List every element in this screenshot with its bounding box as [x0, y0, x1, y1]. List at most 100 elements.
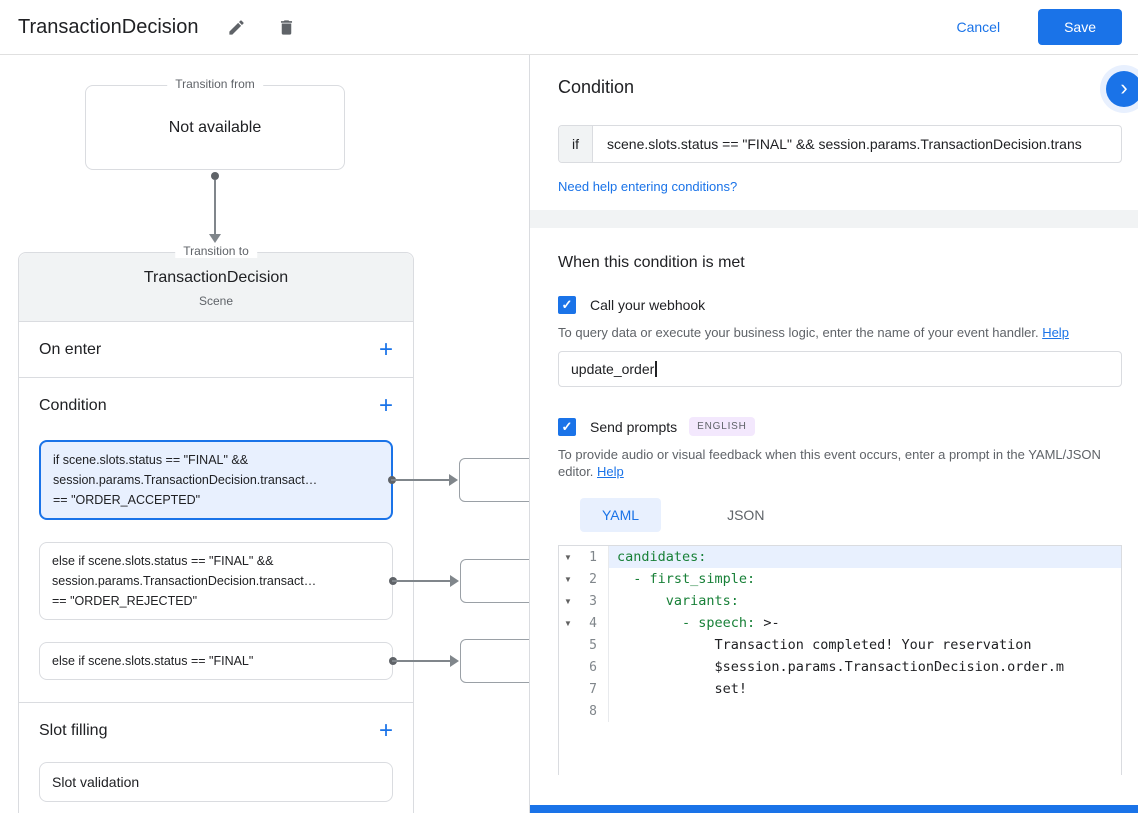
- horizontal-scrollbar[interactable]: [530, 805, 1138, 813]
- code-text: candidates:: [609, 546, 1121, 568]
- code-line: ▼ 3 variants:: [559, 590, 1121, 612]
- editor-gutter: ▼ 4: [559, 612, 609, 634]
- prompts-checkbox[interactable]: ✓: [558, 417, 576, 436]
- transition-from-content: Not available: [168, 118, 262, 136]
- editor-gutter: 7: [559, 678, 609, 700]
- code-line: 8: [559, 700, 1121, 722]
- condition-card-text: else if scene.slots.status == "FINAL": [52, 654, 254, 668]
- condition-expression-input[interactable]: scene.slots.status == "FINAL" && session…: [593, 126, 1121, 162]
- webhook-input[interactable]: update_order: [558, 351, 1122, 387]
- line-number: 5: [589, 637, 597, 653]
- fold-arrow-icon[interactable]: ▼: [559, 553, 577, 562]
- webhook-checkbox-row: ✓ Call your webhook: [558, 296, 1122, 314]
- collapse-panel-button[interactable]: ›: [1106, 71, 1138, 107]
- fold-arrow-icon[interactable]: ▼: [559, 575, 577, 584]
- editor-gutter: 5: [559, 634, 609, 656]
- code-text: variants:: [665, 593, 739, 609]
- code-text: set!: [617, 681, 748, 697]
- transition-target-node[interactable]: [460, 559, 529, 603]
- tab-json[interactable]: JSON: [705, 498, 786, 532]
- webhook-description: To query data or execute your business l…: [558, 324, 1118, 341]
- connector-arrowhead-icon: [209, 234, 221, 243]
- condition-heading: Condition: [558, 77, 635, 97]
- edit-icon[interactable]: [224, 15, 248, 39]
- main-content: Transition from Not available Transition…: [0, 55, 1138, 813]
- transition-to-box: Transition to TransactionDecision Scene …: [18, 244, 529, 813]
- section-divider: [530, 210, 1138, 228]
- on-enter-label: On enter: [39, 340, 102, 358]
- prompts-label: Send prompts: [590, 418, 678, 435]
- line-number: 3: [589, 593, 597, 609]
- webhook-help-link[interactable]: Help: [1042, 325, 1069, 340]
- transition-from-label: Transition from: [167, 77, 263, 91]
- connector-arrowhead-icon: [449, 474, 458, 486]
- code-text: - first_simple:: [633, 571, 756, 587]
- code-text: $session.params.TransactionDecision.orde…: [617, 659, 1065, 675]
- check-icon: ✓: [561, 418, 573, 434]
- condition-card[interactable]: else if scene.slots.status == "FINAL": [39, 639, 529, 683]
- yaml-code-editor[interactable]: ▼ 1 candidates: ▼ 2 - first_simple: ▼ 3 varian…: [558, 545, 1122, 775]
- connector-line: [391, 479, 455, 481]
- line-number: 2: [589, 571, 597, 587]
- condition-card[interactable]: else if scene.slots.status == "FINAL" &&…: [39, 542, 529, 620]
- slot-validation-card[interactable]: Slot validation: [39, 762, 393, 802]
- when-met-heading: When this condition is met: [558, 254, 745, 271]
- connector-arrowhead-icon: [450, 575, 459, 587]
- transition-target-node[interactable]: [459, 458, 529, 502]
- connector-line: [392, 580, 456, 582]
- webhook-label: Call your webhook: [590, 297, 706, 313]
- webhook-input-value: update_order: [571, 361, 655, 377]
- on-enter-section: On enter +: [19, 322, 413, 378]
- code-line-list: ▼ 1 candidates: ▼ 2 - first_simple: ▼ 3 varian…: [559, 546, 1121, 722]
- line-number: 6: [589, 659, 597, 675]
- line-number: 8: [589, 703, 597, 719]
- add-on-enter-button[interactable]: +: [379, 337, 393, 362]
- fold-arrow-icon[interactable]: ▼: [559, 619, 577, 628]
- connector-arrowhead-icon: [450, 655, 459, 667]
- slot-filling-label: Slot filling: [39, 721, 108, 739]
- save-button[interactable]: Save: [1038, 9, 1122, 45]
- condition-expression-row: if scene.slots.status == "FINAL" && sess…: [558, 125, 1122, 163]
- scene-type: Scene: [198, 294, 234, 308]
- fold-arrow-icon[interactable]: ▼: [559, 597, 577, 606]
- transition-target-node[interactable]: [460, 639, 529, 683]
- connector-line: [214, 180, 216, 234]
- condition-section: Condition +: [19, 378, 413, 434]
- scene-diagram-pane: Transition from Not available Transition…: [0, 55, 530, 813]
- condition-card-text: else if scene.slots.status == "FINAL" &&…: [52, 554, 317, 608]
- line-number: 1: [589, 549, 597, 565]
- tab-yaml[interactable]: YAML: [580, 498, 662, 532]
- chevron-right-icon: ›: [1120, 75, 1128, 100]
- editor-gutter: 8: [559, 700, 609, 722]
- condition-card-text: if scene.slots.status == "FINAL" && sessi…: [53, 453, 318, 507]
- code-text: - speech: >-: [682, 615, 780, 631]
- cancel-button[interactable]: Cancel: [956, 19, 1000, 35]
- editor-gutter: ▼ 1: [559, 546, 609, 568]
- webhook-checkbox[interactable]: ✓: [558, 296, 576, 314]
- condition-card[interactable]: if scene.slots.status == "FINAL" && sessi…: [39, 440, 529, 520]
- prompts-description-text: To provide audio or visual feedback when…: [558, 447, 1101, 479]
- if-prefix: if: [559, 126, 593, 162]
- editor-tabs: YAML JSON: [580, 498, 1122, 532]
- code-line: ▼ 1 candidates:: [559, 546, 1121, 568]
- delete-icon[interactable]: [274, 15, 298, 39]
- connector-dot: [211, 172, 219, 180]
- conditions-help-link[interactable]: Need help entering conditions?: [558, 179, 1122, 194]
- code-line: 7 set!: [559, 678, 1121, 700]
- editor-gutter: ▼ 2: [559, 568, 609, 590]
- page-title: TransactionDecision: [18, 15, 199, 38]
- add-condition-button[interactable]: +: [379, 394, 393, 418]
- prompts-description: To provide audio or visual feedback when…: [558, 446, 1118, 480]
- add-slot-button[interactable]: +: [379, 718, 393, 743]
- prompts-checkbox-row: ✓ Send prompts ENGLISH: [558, 417, 1122, 436]
- scene-name: TransactionDecision: [143, 269, 289, 286]
- prompts-help-link[interactable]: Help: [597, 464, 624, 479]
- code-line: ▼ 2 - first_simple:: [559, 568, 1121, 590]
- check-icon: ✓: [561, 297, 573, 312]
- transition-from-box: Transition from Not available: [85, 77, 345, 170]
- code-line: 5 Transaction completed! Your reservatio…: [559, 634, 1121, 656]
- line-number: 4: [589, 615, 597, 631]
- scene-card-header[interactable]: TransactionDecision Scene: [19, 253, 413, 322]
- transition-connector: [208, 172, 222, 246]
